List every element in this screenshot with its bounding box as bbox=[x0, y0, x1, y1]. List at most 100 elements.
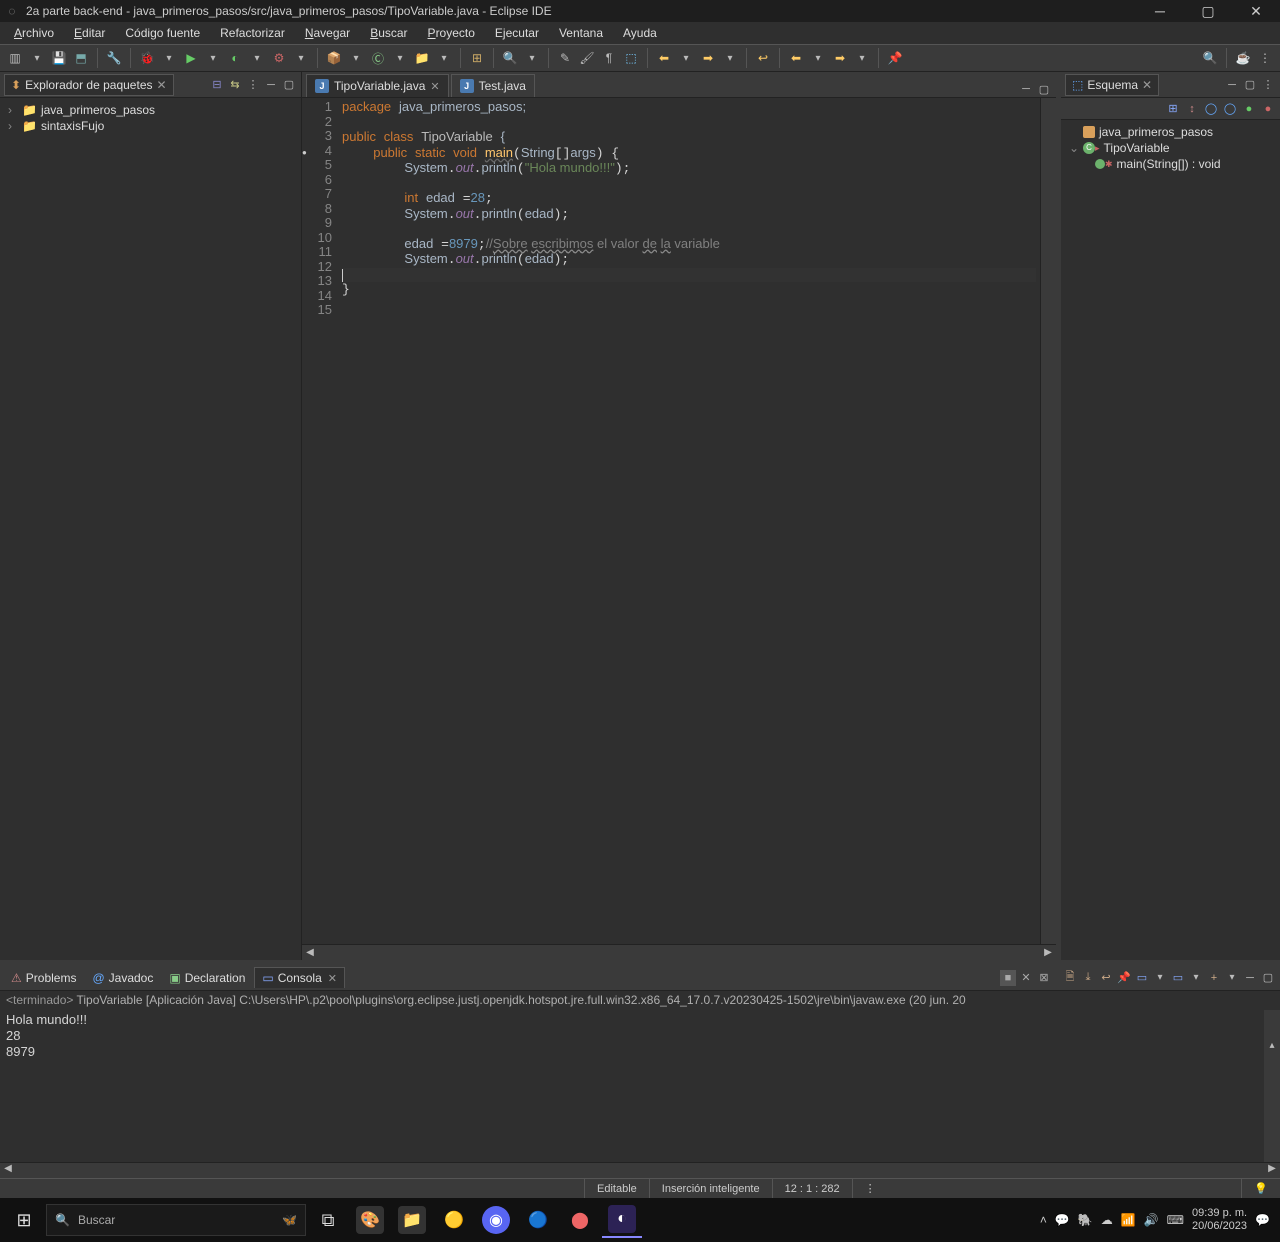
package-explorer-tab[interactable]: ⬍ Explorador de paquetes ✕ bbox=[4, 74, 174, 96]
pin-icon[interactable]: 📌 bbox=[886, 49, 904, 67]
minimize-button[interactable]: ─ bbox=[1146, 3, 1174, 20]
remove-launch-icon[interactable]: ✕ bbox=[1018, 970, 1034, 986]
quick-access-icon[interactable]: 🔍 bbox=[1201, 49, 1219, 67]
minimize-panel-icon[interactable]: ─ bbox=[1242, 970, 1258, 986]
task-view-button[interactable]: ⧉ bbox=[308, 1202, 348, 1238]
tray-onedrive-icon[interactable]: ☁ bbox=[1101, 1213, 1113, 1227]
tray-language-icon[interactable]: ⌨ bbox=[1167, 1213, 1184, 1227]
dropdown-icon[interactable]: ▾ bbox=[435, 49, 453, 67]
menu-refactorizar[interactable]: Refactorizar bbox=[210, 24, 295, 42]
editor-tab-test[interactable]: J Test.java bbox=[451, 74, 535, 97]
debug-icon[interactable]: 🐞 bbox=[138, 49, 156, 67]
ext-tools-icon[interactable]: ⚙ bbox=[270, 49, 288, 67]
maximize-button[interactable]: ▢ bbox=[1194, 3, 1222, 20]
tray-notifications-icon[interactable]: 💬 bbox=[1255, 1213, 1270, 1227]
menu-buscar[interactable]: Buscar bbox=[360, 24, 417, 42]
minimize-panel-icon[interactable]: ─ bbox=[263, 77, 279, 93]
menu-navegar[interactable]: Navegar bbox=[295, 24, 360, 42]
dropdown-icon[interactable]: ▾ bbox=[809, 49, 827, 67]
maximize-panel-icon[interactable]: ▢ bbox=[1260, 970, 1276, 986]
menu-ventana[interactable]: Ventana bbox=[549, 24, 613, 42]
dropdown-icon[interactable]: ▾ bbox=[204, 49, 222, 67]
scroll-left-icon[interactable]: ◀ bbox=[302, 947, 318, 958]
tray-evernote-icon[interactable]: 🐘 bbox=[1078, 1213, 1093, 1227]
project-row[interactable]: › 📁 java_primeros_pasos bbox=[8, 102, 293, 118]
coverage-icon[interactable]: ◐ bbox=[226, 49, 244, 67]
menu-proyecto[interactable]: Proyecto bbox=[418, 24, 485, 42]
app-something[interactable]: ⬤ bbox=[560, 1202, 600, 1238]
sort-icon[interactable]: ↕ bbox=[1184, 101, 1200, 117]
dropdown-icon[interactable]: ▾ bbox=[391, 49, 409, 67]
toggle-icon[interactable]: ⬚ bbox=[622, 49, 640, 67]
link-editor-icon[interactable]: ⇆ bbox=[227, 77, 243, 93]
outline-class[interactable]: ⌄ C▸ TipoVariable bbox=[1065, 140, 1276, 156]
tray-volume-icon[interactable]: 🔊 bbox=[1144, 1213, 1159, 1227]
app-eclipse[interactable]: ◐ bbox=[602, 1202, 642, 1238]
back-icon[interactable]: ⬅ bbox=[787, 49, 805, 67]
last-edit-icon[interactable]: ↩ bbox=[754, 49, 772, 67]
tab-problems[interactable]: ⚠Problems bbox=[4, 968, 83, 988]
open-console-icon[interactable]: ▭ bbox=[1170, 970, 1186, 986]
focus-icon[interactable]: ⊞ bbox=[1165, 101, 1181, 117]
hide-local-icon[interactable]: ● bbox=[1260, 101, 1276, 117]
editor-horizontal-scrollbar[interactable]: ◀ ▶ bbox=[302, 944, 1056, 960]
expand-icon[interactable]: › bbox=[8, 119, 18, 133]
tray-clock[interactable]: 09:39 p. m. 20/06/2023 bbox=[1192, 1207, 1247, 1233]
remove-all-icon[interactable]: ⊠ bbox=[1036, 970, 1052, 986]
code-content[interactable]: package java_primeros_pasos; public clas… bbox=[338, 98, 1040, 944]
open-type-icon[interactable]: ⊞ bbox=[468, 49, 486, 67]
new-class-icon[interactable]: Ⓒ bbox=[369, 49, 387, 67]
editor-vertical-scrollbar[interactable] bbox=[1040, 98, 1056, 944]
dropdown-icon[interactable]: ▾ bbox=[853, 49, 871, 67]
console-horizontal-scrollbar[interactable]: ◀ ▶ bbox=[0, 1162, 1280, 1178]
outline-package[interactable]: java_primeros_pasos bbox=[1065, 124, 1276, 140]
dropdown-icon[interactable]: ▾ bbox=[1188, 970, 1204, 986]
clear-console-icon[interactable]: 🗎 bbox=[1062, 970, 1078, 986]
menu-ejecutar[interactable]: Ejecutar bbox=[485, 24, 549, 42]
maximize-panel-icon[interactable]: ▢ bbox=[281, 77, 297, 93]
new-package-icon[interactable]: 📦 bbox=[325, 49, 343, 67]
menu-editar[interactable]: Editar bbox=[64, 24, 115, 42]
taskbar-search[interactable]: 🔍 Buscar 🦋 bbox=[46, 1204, 306, 1236]
minimize-editor-icon[interactable]: ─ bbox=[1018, 81, 1034, 97]
close-icon[interactable]: ✕ bbox=[157, 78, 167, 92]
view-menu-icon[interactable]: ⋮ bbox=[245, 77, 261, 93]
app-discord[interactable]: ◉ bbox=[476, 1202, 516, 1238]
dropdown-icon[interactable]: ▾ bbox=[677, 49, 695, 67]
project-row[interactable]: › 📁 sintaxisFujo bbox=[8, 118, 293, 134]
tray-discord-icon[interactable]: 💬 bbox=[1055, 1213, 1070, 1227]
tray-wifi-icon[interactable]: 📶 bbox=[1121, 1213, 1136, 1227]
dropdown-icon[interactable]: ▾ bbox=[248, 49, 266, 67]
tab-consola[interactable]: ▭Consola✕ bbox=[254, 967, 345, 988]
app-edge[interactable]: 🔵 bbox=[518, 1202, 558, 1238]
tab-javadoc[interactable]: @Javadoc bbox=[85, 968, 160, 988]
hide-fields-icon[interactable]: ◯ bbox=[1203, 101, 1219, 117]
run-icon[interactable]: ▶ bbox=[182, 49, 200, 67]
dropdown-icon[interactable]: ▾ bbox=[1152, 970, 1168, 986]
app-chrome[interactable]: 🟡 bbox=[434, 1202, 474, 1238]
show-whitespace-icon[interactable]: ¶ bbox=[600, 49, 618, 67]
code-editor[interactable]: 1234●56789101112131415 package java_prim… bbox=[302, 98, 1056, 944]
hide-static-icon[interactable]: ◯ bbox=[1222, 101, 1238, 117]
paint-icon[interactable]: 🖌 bbox=[578, 49, 596, 67]
dropdown-icon[interactable]: ▾ bbox=[347, 49, 365, 67]
console-output[interactable]: Hola mundo!!! 28 8979 ▴ bbox=[0, 1010, 1280, 1162]
expand-icon[interactable]: › bbox=[8, 103, 18, 117]
close-icon[interactable]: ✕ bbox=[328, 972, 337, 985]
dropdown-icon[interactable]: ▾ bbox=[292, 49, 310, 67]
dropdown-icon[interactable]: ▾ bbox=[1224, 970, 1240, 986]
outline-method[interactable]: ✱ main(String[]) : void bbox=[1065, 156, 1276, 172]
next-annotation-icon[interactable]: ➡ bbox=[699, 49, 717, 67]
hide-nonpublic-icon[interactable]: ● bbox=[1241, 101, 1257, 117]
new-icon[interactable]: ▥ bbox=[6, 49, 24, 67]
app-paint[interactable]: 🎨 bbox=[350, 1202, 390, 1238]
scroll-lock-icon[interactable]: ⤓ bbox=[1080, 970, 1096, 986]
menu-codigo-fuente[interactable]: Código fuente bbox=[115, 24, 210, 42]
perspective-java-icon[interactable]: ☕ bbox=[1234, 49, 1252, 67]
view-menu-icon[interactable]: ⋮ bbox=[1260, 77, 1276, 93]
tool-icon[interactable]: 🔧 bbox=[105, 49, 123, 67]
word-wrap-icon[interactable]: ↩ bbox=[1098, 970, 1114, 986]
close-icon[interactable]: ✕ bbox=[1142, 78, 1152, 92]
maximize-panel-icon[interactable]: ▢ bbox=[1242, 77, 1258, 93]
minimize-panel-icon[interactable]: ─ bbox=[1224, 77, 1240, 93]
